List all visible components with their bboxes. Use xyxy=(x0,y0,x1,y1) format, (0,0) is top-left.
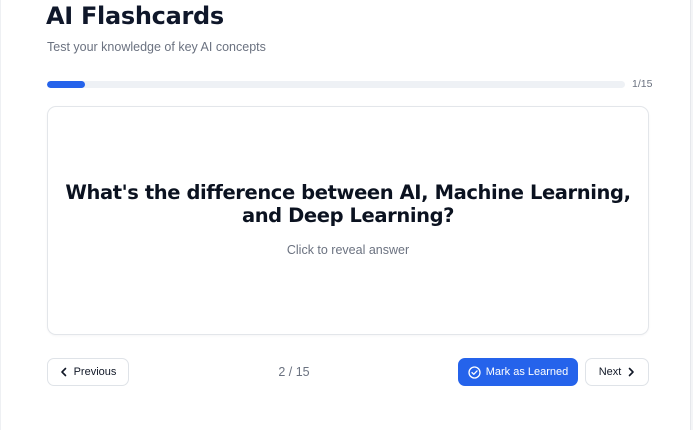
page-indicator: 2 / 15 xyxy=(278,365,310,379)
mark-as-learned-label: Mark as Learned xyxy=(485,366,569,378)
next-button-label: Next xyxy=(598,366,622,378)
progress-count: 1/15 xyxy=(632,78,653,90)
flashcard[interactable]: What's the difference between AI, Machin… xyxy=(47,106,649,335)
next-button[interactable]: Next xyxy=(585,358,649,386)
chevron-right-icon xyxy=(627,367,635,377)
page-subtitle: Test your knowledge of key AI concepts xyxy=(47,40,266,54)
previous-button[interactable]: Previous xyxy=(47,358,129,386)
progress-bar xyxy=(47,81,625,88)
reveal-answer-hint: Click to reveal answer xyxy=(286,243,410,257)
previous-button-label: Previous xyxy=(73,366,117,378)
progress-bar-fill xyxy=(47,81,85,88)
mark-as-learned-button[interactable]: Mark as Learned xyxy=(458,358,578,386)
chevron-left-icon xyxy=(60,367,68,377)
flashcards-page: AI Flashcards Test your knowledge of key… xyxy=(0,0,691,430)
page-title: AI Flashcards xyxy=(46,2,224,30)
flashcard-question: What's the difference between AI, Machin… xyxy=(65,181,631,227)
check-circle-icon xyxy=(468,365,481,379)
